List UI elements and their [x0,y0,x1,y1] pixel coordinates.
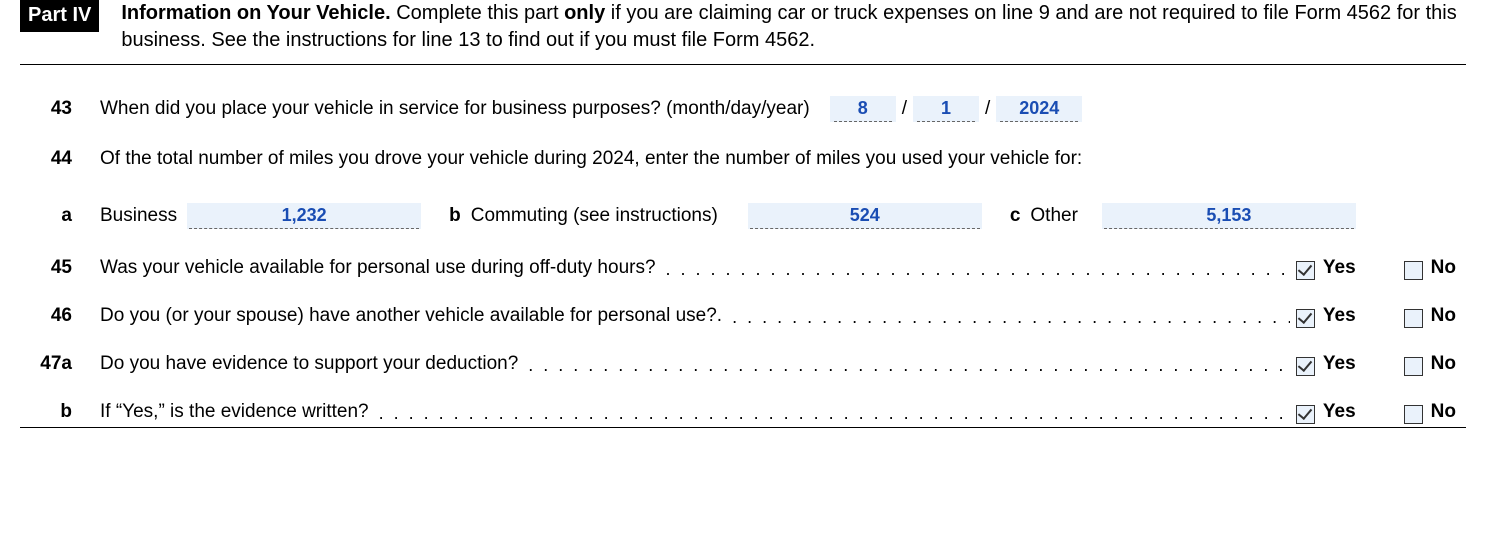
line-44-miles: a Business 1,232 b Commuting (see instru… [20,183,1466,244]
line-45-yes-label: Yes [1323,257,1356,279]
business-miles-field[interactable]: 1,232 [189,203,419,229]
line-44c-label: c [1010,205,1021,227]
line-46-no-label: No [1431,305,1456,327]
line-45-text: Was your vehicle available for personal … [100,257,656,279]
line-47a-no-label: No [1431,353,1456,375]
line-45-no-label: No [1431,257,1456,279]
line-44-num: 44 [20,148,100,170]
other-label: Other [1030,205,1078,227]
form-part-iv: Part IV Information on Your Vehicle. Com… [0,0,1486,438]
line-46-text: Do you (or your spouse) have another veh… [100,305,722,327]
date-sep-2: / [985,98,990,120]
line-44-miles-content: Business 1,232 b Commuting (see instruct… [100,203,1466,229]
month-field[interactable]: 8 [834,96,892,122]
line-45-num: 45 [20,257,100,279]
other-miles-field[interactable]: 5,153 [1104,203,1354,229]
line-47b-yn: Yes No [1296,401,1466,423]
line-44: 44 Of the total number of miles you drov… [20,135,1466,183]
month-field-wrap[interactable]: 8 [830,96,896,122]
line-45-yn: Yes No [1296,257,1466,279]
line-47a-yes-checkbox[interactable] [1296,357,1315,376]
line-44-text: Of the total number of miles you drove y… [100,148,1082,170]
commuting-label: Commuting (see instructions) [471,205,718,227]
other-miles-wrap[interactable]: 5,153 [1102,203,1356,229]
line-47a-yn: Yes No [1296,353,1466,375]
line-47b-yes-checkbox[interactable] [1296,405,1315,424]
line-47a-num: 47a [20,353,100,375]
line-47b-text: If “Yes,” is the evidence written? [100,401,369,423]
instr-seg-1: Complete this part [391,2,564,24]
business-miles-wrap[interactable]: 1,232 [187,203,421,229]
line-46: 46 Do you (or your spouse) have another … [20,292,1466,340]
commuting-miles-wrap[interactable]: 524 [748,203,982,229]
line-43-num: 43 [20,98,100,120]
line-46-yn: Yes No [1296,305,1466,327]
line-43-text: When did you place your vehicle in servi… [100,98,810,120]
part-badge: Part IV [20,0,99,32]
date-sep-1: / [902,98,907,120]
commuting-miles-field[interactable]: 524 [750,203,980,229]
line-46-yes-label: Yes [1323,305,1356,327]
day-field-wrap[interactable]: 1 [913,96,979,122]
line-43: 43 When did you place your vehicle in se… [20,83,1466,135]
dot-leader [666,259,1290,280]
year-field-wrap[interactable]: 2024 [996,96,1082,122]
line-44a-num: a [20,205,100,227]
line-47a: 47a Do you have evidence to support your… [20,340,1466,388]
line-44b-label: b [449,205,461,227]
part-instructions: Information on Your Vehicle. Complete th… [121,0,1466,54]
dot-leader [379,403,1290,424]
line-44-content: Of the total number of miles you drove y… [100,148,1466,170]
line-46-num: 46 [20,305,100,327]
line-45-no-checkbox[interactable] [1404,261,1423,280]
line-47a-yes-label: Yes [1323,353,1356,375]
part-title: Information on Your Vehicle. [121,2,390,24]
line-46-no-checkbox[interactable] [1404,309,1423,328]
line-45-yes-checkbox[interactable] [1296,261,1315,280]
line-47b-num: b [20,401,100,423]
part-header: Part IV Information on Your Vehicle. Com… [20,0,1466,65]
line-43-content: When did you place your vehicle in servi… [100,96,1466,122]
dot-leader [528,355,1290,376]
line-47b: b If “Yes,” is the evidence written? Yes… [20,388,1466,428]
business-label: Business [100,205,177,227]
line-47b-no-checkbox[interactable] [1404,405,1423,424]
date-in-service: 8 / 1 / 2024 [830,96,1083,122]
line-47b-yes-label: Yes [1323,401,1356,423]
day-field[interactable]: 1 [917,96,975,122]
line-45: 45 Was your vehicle available for person… [20,244,1466,292]
line-46-yes-checkbox[interactable] [1296,309,1315,328]
instr-only: only [564,2,605,24]
line-47b-no-label: No [1431,401,1456,423]
line-47a-text: Do you have evidence to support your ded… [100,353,518,375]
year-field[interactable]: 2024 [1000,96,1078,122]
line-47a-no-checkbox[interactable] [1404,357,1423,376]
dot-leader [732,307,1290,328]
